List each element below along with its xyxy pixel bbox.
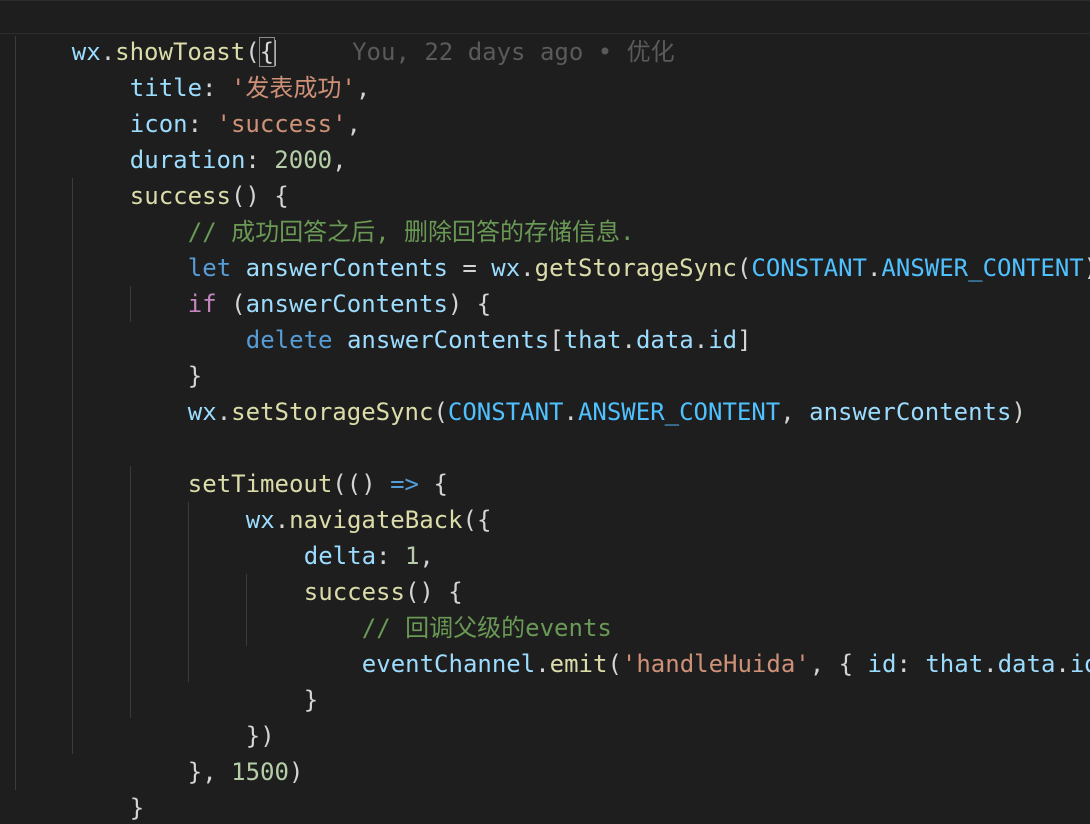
code-line[interactable]: } (130, 322, 202, 390)
token: } (129, 794, 145, 822)
token: ( (607, 650, 622, 678)
code-line[interactable]: }) (14, 788, 101, 824)
token: getStorageSync (534, 254, 737, 282)
token: . (983, 650, 998, 678)
token: . (621, 326, 636, 354)
token: . (535, 650, 550, 678)
token: . (1055, 650, 1070, 678)
code-line[interactable]: delta: 1, (246, 502, 434, 570)
token: data (635, 326, 694, 354)
token: setStorageSync (231, 398, 434, 426)
token: CONSTANT (751, 254, 867, 282)
code-line[interactable]: success() { (72, 142, 289, 210)
code-line[interactable]: setTimeout(() => { (130, 430, 448, 498)
code-line[interactable]: wx.navigateBack({ (188, 466, 492, 534)
code-line[interactable]: } (72, 754, 144, 822)
token: data (997, 650, 1056, 678)
code-line[interactable]: if (answerContents) { (130, 250, 491, 318)
token: id (1069, 650, 1090, 678)
token: , (332, 146, 347, 174)
token: ( (736, 254, 752, 282)
token: that (563, 326, 622, 354)
token: id (708, 326, 738, 354)
token: , (346, 110, 361, 138)
token: ) (1084, 254, 1090, 282)
code-line[interactable]: delete answerContents[that.data.id] (188, 286, 752, 354)
code-line[interactable]: wx.setStorageSync(CONSTANT.ANSWER_CONTEN… (130, 358, 1026, 426)
token: }, (187, 758, 232, 786)
code-line[interactable]: }) (188, 682, 275, 750)
token: emit (549, 650, 608, 678)
token: ] (737, 326, 752, 354)
token: ({ (462, 506, 492, 534)
token: ( (433, 398, 448, 426)
token: ANSWER_CONTENT (881, 254, 1084, 282)
token: wx (491, 254, 521, 282)
token: . (520, 254, 535, 282)
code-line[interactable]: duration: 2000, (72, 106, 347, 174)
git-blame-annotation: You, 22 days ago • 优化 (352, 38, 675, 66)
code-line[interactable]: success() { (246, 538, 463, 606)
code-editor[interactable]: wx.showToast({You, 22 days ago • 优化 titl… (0, 0, 1090, 824)
code-line[interactable]: wx.showToast({You, 22 days ago • 优化 (14, 0, 675, 67)
indent-guide (72, 178, 73, 754)
indent-guide (15, 36, 16, 790)
token: } (303, 686, 319, 714)
token: . (693, 326, 709, 354)
token: 'handleHuida' (621, 650, 810, 678)
code-line[interactable]: title: '发表成功', (72, 34, 371, 102)
token: . (216, 398, 232, 426)
token: ANSWER_CONTENT (577, 398, 781, 426)
token: CONSTANT (447, 398, 564, 426)
token: id (867, 650, 897, 678)
token: ) (288, 758, 304, 786)
code-line[interactable]: // 回调父级的events (304, 574, 612, 642)
token: delete (245, 326, 333, 354)
token: eventChannel (361, 650, 536, 678)
code-line[interactable]: }, 1500) (130, 718, 304, 786)
token: : (896, 650, 926, 678)
token: . (866, 254, 882, 282)
token: , { (809, 650, 868, 678)
token: [ (549, 326, 564, 354)
code-line[interactable]: let answerContents = wx.getStorageSync(C… (130, 214, 1090, 282)
code-line[interactable]: eventChannel.emit('handleHuida', { id: t… (304, 610, 1090, 678)
token: wx (187, 398, 217, 426)
code-line[interactable]: // 成功回答之后, 删除回答的存储信息. (130, 178, 635, 246)
token: ) (1011, 398, 1026, 426)
token: 1500 (231, 758, 289, 786)
token: . (563, 398, 578, 426)
token: , (780, 398, 810, 426)
code-line[interactable]: icon: 'success', (72, 70, 361, 138)
token: answerContents (346, 326, 550, 354)
token: answerContents (809, 398, 1012, 426)
code-line[interactable]: } (246, 646, 318, 714)
token: that (925, 650, 984, 678)
